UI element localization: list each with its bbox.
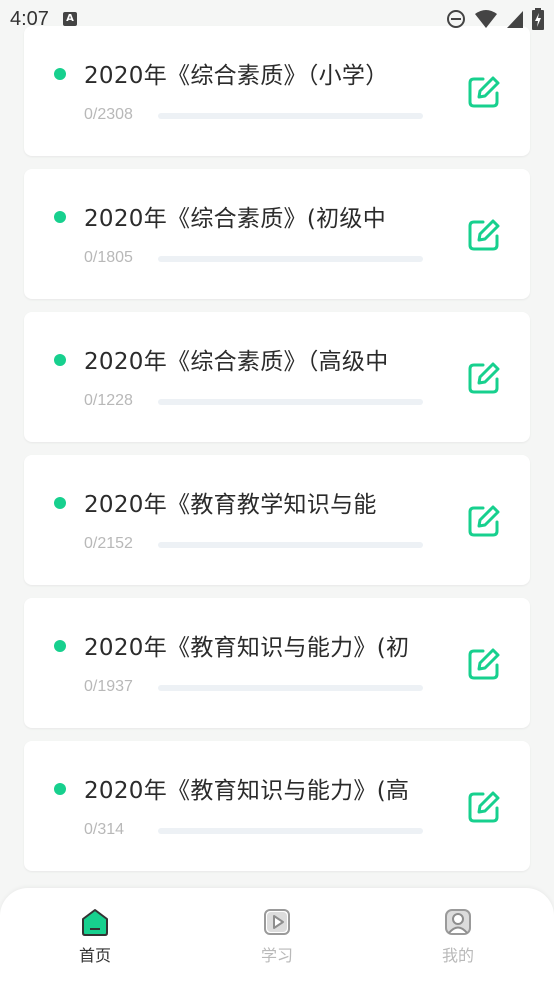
progress-bar (158, 685, 423, 691)
edit-icon[interactable] (466, 217, 502, 253)
nav-label-study: 学习 (260, 946, 293, 965)
edit-icon[interactable] (466, 74, 502, 110)
do-not-disturb-icon (447, 10, 465, 28)
home-icon (82, 909, 108, 936)
edit-icon[interactable] (466, 360, 502, 396)
progress-bar (158, 542, 423, 548)
signal-icon (507, 11, 523, 28)
progress-bar (158, 256, 423, 262)
nav-label-profile: 我的 (441, 946, 474, 965)
edit-icon[interactable] (466, 646, 502, 682)
course-title: 2020年《教育知识与能力》(高 (84, 778, 410, 804)
course-title: 2020年《教育教学知识与能 (84, 492, 377, 518)
progress-bar (158, 828, 423, 834)
user-icon (445, 909, 471, 935)
nav-label-home: 首页 (78, 946, 111, 965)
status-dot (54, 497, 66, 509)
status-dot (54, 783, 66, 795)
play-icon (264, 909, 290, 935)
status-dot (54, 211, 66, 223)
nav-item-home[interactable]: 首页 (55, 908, 135, 966)
nav-item-profile[interactable]: 我的 (418, 908, 498, 966)
edit-icon[interactable] (466, 789, 502, 825)
battery-icon (532, 8, 544, 30)
wifi-icon (475, 10, 497, 28)
nav-item-study[interactable]: 学习 (237, 908, 317, 966)
edit-icon[interactable] (466, 503, 502, 539)
progress-count: 0/2152 (84, 535, 133, 552)
course-card[interactable]: 2020年《教育教学知识与能 0/2152 (24, 455, 530, 585)
progress-count: 0/2308 (84, 106, 133, 123)
progress-bar (158, 399, 423, 405)
progress-count: 0/1805 (84, 249, 133, 266)
course-card[interactable]: 2020年《综合素质》(初级中 0/1805 (24, 169, 530, 299)
status-left: 4:07 A (10, 8, 77, 31)
progress-count: 0/314 (84, 821, 125, 838)
status-bar: 4:07 A (0, 0, 554, 38)
status-dot (54, 640, 66, 652)
status-dot (54, 354, 66, 366)
course-title: 2020年《综合素质》（高级中 (84, 349, 389, 375)
status-icons (446, 8, 544, 30)
notification-icon: A (62, 12, 77, 26)
progress-count: 0/1937 (84, 678, 133, 695)
bottom-nav: 首页 学习 我的 (0, 888, 554, 984)
clock: 4:07 (10, 7, 49, 30)
course-card[interactable]: 2020年《综合素质》（高级中 0/1228 (24, 312, 530, 442)
course-title: 2020年《综合素质》(初级中 (84, 206, 387, 232)
progress-count: 0/1228 (84, 392, 133, 409)
course-card[interactable]: 2020年《教育知识与能力》(高 0/314 (24, 741, 530, 871)
status-dot (54, 68, 66, 80)
course-title: 2020年《综合素质》（小学） (84, 63, 389, 89)
course-title: 2020年《教育知识与能力》(初 (84, 635, 410, 661)
course-card[interactable]: 2020年《综合素质》（小学） 0/2308 (24, 26, 530, 156)
progress-bar (158, 113, 423, 119)
course-card[interactable]: 2020年《教育知识与能力》(初 0/1937 (24, 598, 530, 728)
